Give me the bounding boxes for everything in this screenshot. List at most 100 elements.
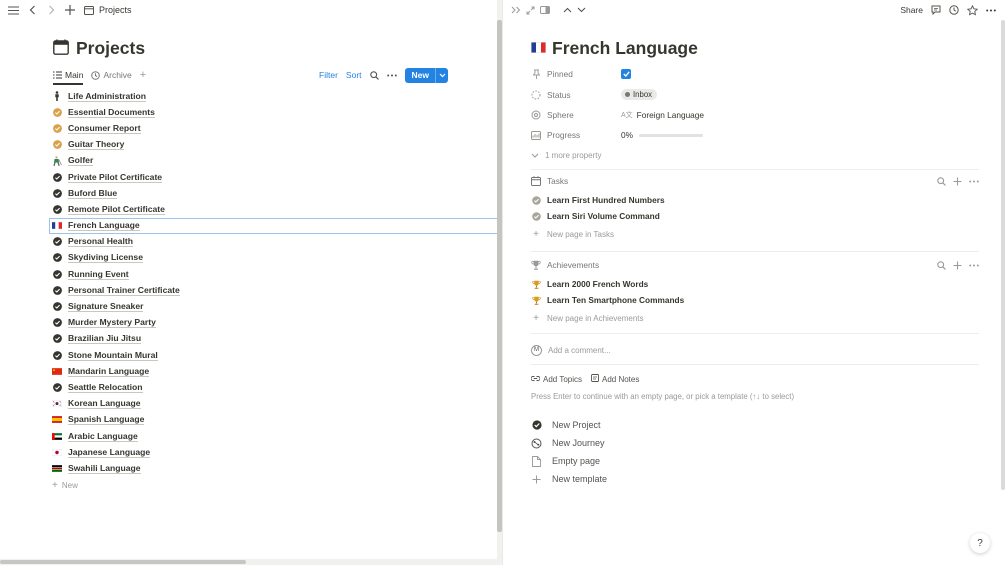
horizontal-scrollbar[interactable] bbox=[0, 559, 497, 565]
project-row[interactable]: Spanish Language bbox=[49, 412, 498, 428]
forward-icon[interactable] bbox=[44, 3, 58, 17]
history-icon[interactable] bbox=[949, 5, 959, 15]
project-row[interactable]: Golfer bbox=[49, 153, 498, 169]
project-title[interactable]: Buford Blue bbox=[68, 188, 118, 199]
project-title[interactable]: Remote Pilot Certificate bbox=[68, 204, 165, 215]
side-peek-icon[interactable] bbox=[540, 6, 550, 14]
project-row[interactable]: Personal Health bbox=[49, 234, 498, 250]
project-row[interactable]: Personal Trainer Certificate bbox=[49, 282, 498, 298]
tab-archive[interactable]: Archive bbox=[91, 67, 132, 83]
search-icon[interactable] bbox=[369, 70, 379, 80]
more-options-icon[interactable] bbox=[386, 74, 397, 77]
project-row[interactable]: Japanese Language bbox=[49, 444, 498, 460]
vertical-scroll-thumb[interactable] bbox=[1001, 20, 1005, 490]
project-title[interactable]: Mandarin Language bbox=[68, 366, 150, 377]
template-empty-page[interactable]: Empty page bbox=[531, 452, 607, 470]
project-title[interactable]: Arabic Language bbox=[68, 431, 138, 442]
more-properties-toggle[interactable]: 1 more property bbox=[531, 146, 979, 166]
horizontal-scroll-thumb[interactable] bbox=[0, 560, 246, 564]
project-title[interactable]: Murder Mystery Party bbox=[68, 317, 156, 329]
project-row[interactable]: Swahili Language bbox=[49, 460, 498, 476]
add-icon[interactable] bbox=[63, 3, 77, 17]
sphere-relation[interactable]: A文 Foreign Language bbox=[621, 110, 704, 120]
vertical-scrollbar[interactable] bbox=[999, 20, 1005, 565]
add-notes-button[interactable]: Add Notes bbox=[591, 374, 639, 384]
project-title[interactable]: Personal Health bbox=[68, 236, 133, 248]
close-peek-icon[interactable] bbox=[511, 6, 521, 14]
chevron-down-icon[interactable] bbox=[435, 67, 448, 83]
project-title[interactable]: Korean Language bbox=[68, 398, 141, 410]
comment-icon[interactable] bbox=[931, 5, 941, 15]
task-item[interactable]: Learn Siri Volume Command bbox=[531, 208, 979, 224]
new-task-button[interactable]: + New page in Tasks bbox=[531, 226, 614, 242]
template-new-journey[interactable]: New Journey bbox=[531, 434, 607, 452]
template-new-template[interactable]: New template bbox=[531, 470, 607, 488]
project-row[interactable]: Brazilian Jiu Jitsu bbox=[49, 331, 498, 347]
achievement-item[interactable]: Learn 2000 French Words bbox=[531, 276, 979, 292]
project-title[interactable]: Personal Trainer Certificate bbox=[68, 285, 180, 296]
project-row[interactable]: Running Event bbox=[49, 266, 498, 282]
more-options-icon[interactable] bbox=[986, 9, 996, 12]
project-title[interactable]: Swahili Language bbox=[68, 463, 141, 474]
project-row[interactable]: Seattle Relocation bbox=[49, 379, 498, 395]
star-icon[interactable] bbox=[967, 4, 978, 16]
project-row[interactable]: Skydiving License bbox=[49, 250, 498, 266]
comment-input[interactable]: Add a comment... bbox=[548, 346, 611, 355]
new-project-row[interactable]: + New bbox=[49, 478, 498, 494]
project-title[interactable]: Guitar Theory bbox=[68, 139, 125, 151]
project-title[interactable]: Skydiving License bbox=[68, 252, 143, 264]
back-icon[interactable] bbox=[25, 3, 39, 17]
project-row[interactable]: Guitar Theory bbox=[49, 137, 498, 153]
tab-main[interactable]: Main bbox=[53, 67, 84, 85]
project-title[interactable]: Stone Mountain Mural bbox=[68, 350, 158, 361]
project-row[interactable]: Korean Language bbox=[49, 396, 498, 412]
project-title[interactable]: Japanese Language bbox=[68, 447, 151, 458]
project-row[interactable]: Stone Mountain Mural bbox=[49, 347, 498, 363]
project-row[interactable]: Mandarin Language bbox=[49, 363, 498, 379]
previous-page-icon[interactable] bbox=[563, 7, 572, 13]
share-button[interactable]: Share bbox=[900, 5, 923, 15]
project-row[interactable]: Remote Pilot Certificate bbox=[49, 201, 498, 217]
add-topics-button[interactable]: Add Topics bbox=[530, 375, 582, 384]
breadcrumb[interactable]: Projects bbox=[99, 5, 132, 15]
project-title[interactable]: Spanish Language bbox=[68, 414, 145, 426]
achievements-heading[interactable]: Achievements bbox=[547, 260, 599, 270]
new-button[interactable]: New bbox=[404, 67, 448, 83]
project-row[interactable]: Signature Sneaker bbox=[49, 298, 498, 314]
project-title[interactable]: Running Event bbox=[68, 269, 129, 280]
add-icon[interactable] bbox=[953, 261, 962, 270]
add-icon[interactable] bbox=[953, 177, 962, 186]
achievement-item[interactable]: Learn Ten Smartphone Commands bbox=[531, 292, 979, 308]
project-title[interactable]: Essential Documents bbox=[68, 107, 155, 118]
add-view-icon[interactable]: + bbox=[140, 69, 146, 81]
project-row[interactable]: Arabic Language bbox=[49, 428, 498, 444]
task-item[interactable]: Learn First Hundred Numbers bbox=[531, 192, 979, 208]
project-title[interactable]: Brazilian Jiu Jitsu bbox=[68, 333, 142, 345]
project-title[interactable]: Life Administration bbox=[68, 91, 146, 102]
project-title[interactable]: French Language bbox=[68, 220, 140, 232]
project-title[interactable]: Signature Sneaker bbox=[68, 301, 144, 313]
tasks-heading[interactable]: Tasks bbox=[547, 176, 568, 186]
search-icon[interactable] bbox=[937, 176, 946, 186]
project-row[interactable]: Private Pilot Certificate bbox=[49, 169, 498, 185]
expand-icon[interactable] bbox=[526, 6, 535, 15]
more-options-icon[interactable] bbox=[969, 264, 979, 267]
pinned-checkbox[interactable] bbox=[621, 69, 631, 80]
project-row[interactable]: Essential Documents bbox=[49, 104, 498, 120]
new-achievement-button[interactable]: + New page in Achievements bbox=[531, 310, 643, 326]
project-row[interactable]: Murder Mystery Party bbox=[49, 315, 498, 331]
search-icon[interactable] bbox=[937, 260, 946, 270]
project-row[interactable]: Consumer Report bbox=[49, 120, 498, 136]
project-title[interactable]: Consumer Report bbox=[68, 123, 141, 134]
filter-button[interactable]: Filter bbox=[319, 70, 338, 80]
more-options-icon[interactable] bbox=[969, 180, 979, 183]
status-badge[interactable]: Inbox bbox=[621, 89, 658, 101]
project-title[interactable]: Private Pilot Certificate bbox=[68, 172, 163, 183]
comment-box[interactable]: M Add a comment... bbox=[531, 342, 611, 358]
project-row[interactable]: Buford Blue bbox=[49, 185, 498, 201]
menu-icon[interactable] bbox=[6, 3, 20, 17]
project-title[interactable]: Golfer bbox=[68, 155, 94, 167]
template-new-project[interactable]: New Project bbox=[531, 416, 607, 434]
sort-button[interactable]: Sort bbox=[346, 70, 362, 80]
project-row[interactable]: Life Administration bbox=[49, 88, 498, 104]
